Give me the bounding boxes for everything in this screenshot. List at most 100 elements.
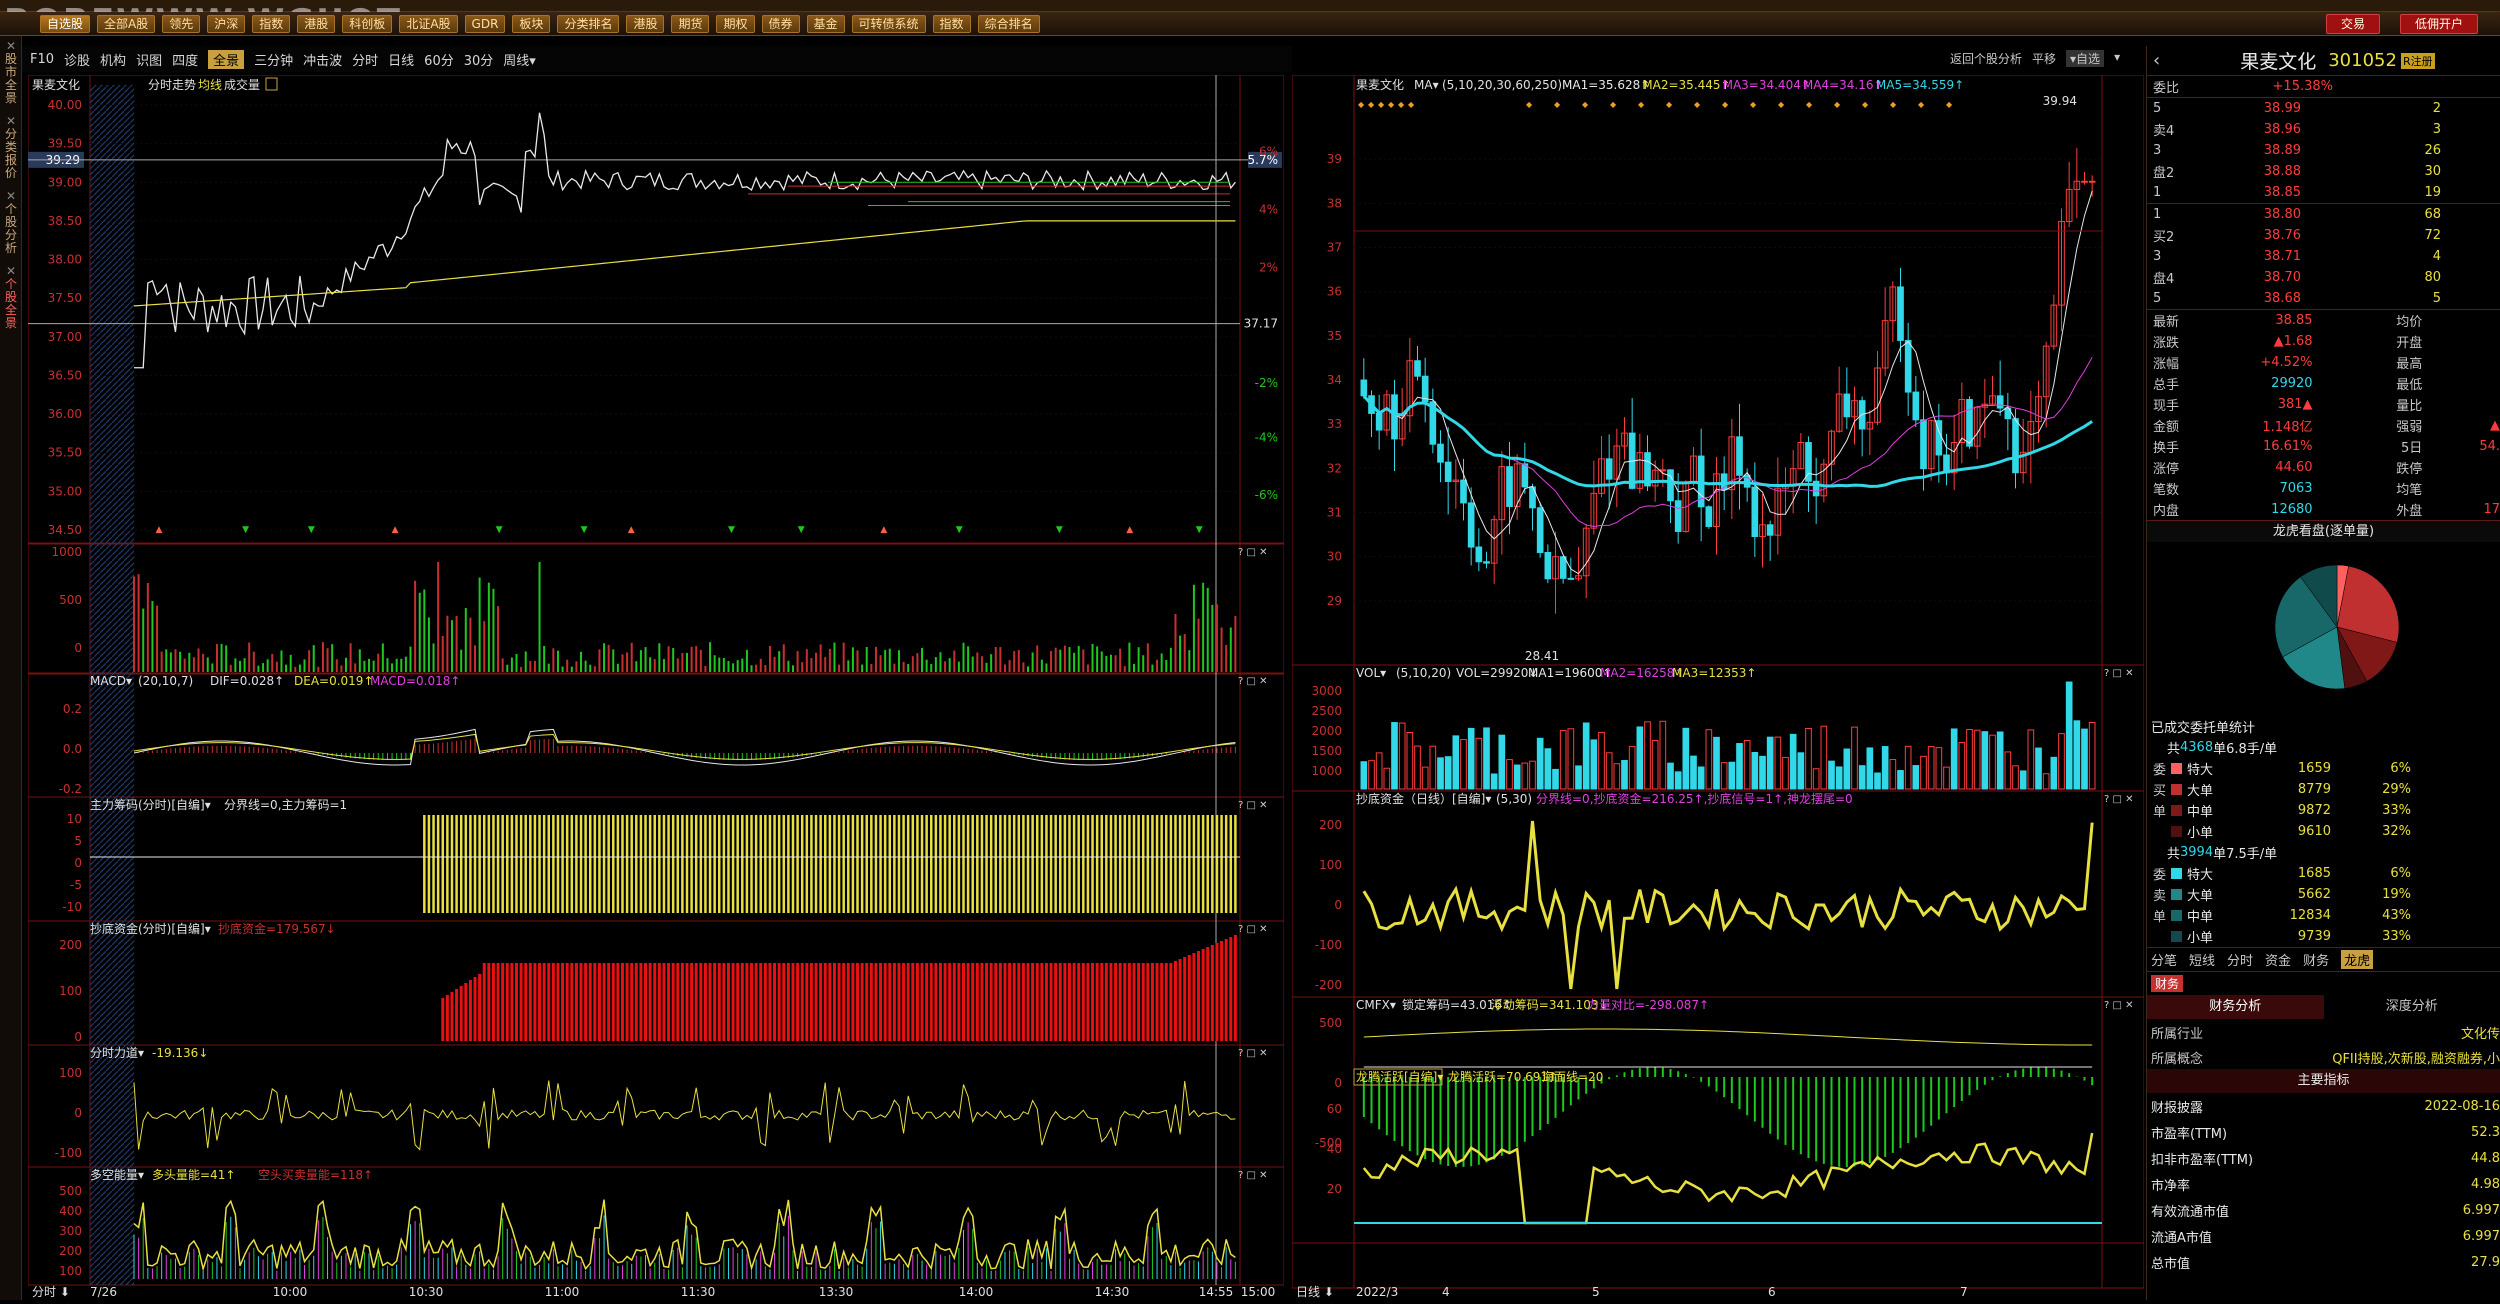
daily-marker: ◆ bbox=[1722, 100, 1729, 109]
toolbar-item[interactable]: 30分 bbox=[464, 50, 494, 69]
menu-item[interactable]: 自选股 bbox=[40, 15, 90, 33]
ask-row: 卖438.963 bbox=[2147, 119, 2500, 140]
daily-chart[interactable]: 果麦文化MA▾(5,10,20,30,60,250)MA1=35.628↑MA2… bbox=[1292, 75, 2144, 1300]
toolbar-item[interactable]: 周线▾ bbox=[503, 50, 536, 69]
daily-price-tick: 32 bbox=[1327, 461, 1342, 475]
panel-tab[interactable]: 财务 bbox=[2303, 950, 2329, 969]
menu-item[interactable]: 期权 bbox=[716, 15, 754, 33]
toolbar-right-item[interactable]: ▾ bbox=[2114, 50, 2120, 67]
dvol-bar bbox=[1583, 723, 1589, 789]
dk-tick: 100 bbox=[59, 1264, 82, 1278]
daily-marker: ◆ bbox=[1946, 100, 1953, 109]
order-side: 委 bbox=[2153, 864, 2171, 883]
intraday-chart[interactable]: 果麦文化分时走势均线成交量40.0039.5039.0038.5038.0037… bbox=[28, 75, 1284, 1300]
ma-params: (5,10,20,30,60,250) bbox=[1442, 78, 1562, 92]
panel-tab[interactable]: 龙虎 bbox=[2341, 950, 2373, 969]
stat-value: 7063 bbox=[2223, 481, 2313, 496]
tab-deep-analysis[interactable]: 深度分析 bbox=[2324, 995, 2500, 1019]
order-swatch bbox=[2171, 826, 2182, 837]
menu-item[interactable]: 指数 bbox=[252, 15, 290, 33]
menu-item[interactable]: 港股 bbox=[297, 15, 335, 33]
order-vol: 5662 bbox=[2247, 887, 2331, 902]
menu-item[interactable]: 领先 bbox=[162, 15, 200, 33]
dvol-val: VOL=29920↓ bbox=[1456, 666, 1538, 680]
sidebar-tab-3[interactable]: ✕个股全景 bbox=[1, 265, 21, 330]
zl-tick: 5 bbox=[74, 834, 82, 848]
panel-tab[interactable]: 短线 bbox=[2189, 950, 2215, 969]
cmfx-val: 力量对比=-298.087↑ bbox=[1587, 998, 1709, 1012]
left-subtitle: 分时走势 bbox=[148, 78, 196, 92]
toolbar-right-item[interactable]: ▾自选 bbox=[2066, 50, 2104, 67]
trade-button[interactable]: 交易 bbox=[2326, 14, 2380, 34]
dvol-bar bbox=[1445, 757, 1451, 789]
order-side: 卖 bbox=[2153, 885, 2171, 904]
menu-item[interactable]: 期货 bbox=[671, 15, 709, 33]
toolbar-item[interactable]: 三分钟 bbox=[254, 50, 293, 69]
ask-level: 盘2 bbox=[2153, 162, 2191, 181]
bid-volume: 72 bbox=[2301, 228, 2441, 243]
sidebar-tab-0[interactable]: ✕股市全景 bbox=[1, 40, 21, 105]
toolbar-item[interactable]: 全景 bbox=[208, 50, 244, 69]
bid-book: 138.8068买238.7672338.714盘438.7080538.685 bbox=[2147, 203, 2500, 309]
dvol-bar bbox=[1399, 723, 1405, 789]
ask-level: 5 bbox=[2153, 101, 2191, 116]
toolbar-item[interactable]: 60分 bbox=[424, 50, 454, 69]
toolbar-item[interactable]: F10 bbox=[30, 52, 54, 67]
dvol-bar bbox=[1875, 773, 1881, 789]
daily-marker: ◆ bbox=[1408, 100, 1415, 109]
dvol-val: MA3=12353↑ bbox=[1672, 666, 1756, 680]
menu-item[interactable]: 基金 bbox=[807, 15, 845, 33]
toolbar-right-item[interactable]: 返回个股分析 bbox=[1950, 50, 2022, 67]
fin-row: 流通A市值6.997 bbox=[2147, 1223, 2500, 1249]
dvol-bar bbox=[1629, 746, 1635, 789]
date-prefix: 日线 ⬇ bbox=[1296, 1285, 1334, 1299]
back-icon[interactable]: ‹ bbox=[2153, 50, 2160, 71]
dvol-bar bbox=[1415, 746, 1421, 789]
menu-item[interactable]: 债券 bbox=[762, 15, 800, 33]
menu-item[interactable]: 科创板 bbox=[342, 15, 392, 33]
signal-marker: ▼ bbox=[308, 525, 315, 535]
cmfx-label: CMFX▾ bbox=[1356, 998, 1396, 1012]
panel-tab[interactable]: 资金 bbox=[2265, 950, 2291, 969]
toolbar-right-item[interactable]: 平移 bbox=[2032, 50, 2056, 67]
menu-item[interactable]: GDR bbox=[465, 15, 506, 33]
menu-item[interactable]: 板块 bbox=[512, 15, 550, 33]
dvol-bar bbox=[1744, 741, 1750, 789]
sidebar-tab-1[interactable]: ✕分类报价 bbox=[1, 115, 21, 180]
toolbar-item[interactable]: 分时 bbox=[352, 50, 378, 69]
open-account-button[interactable]: 低佣开户 bbox=[2400, 14, 2478, 34]
tab-finance[interactable]: 财务 bbox=[2151, 975, 2183, 992]
toolbar-item[interactable]: 机构 bbox=[100, 50, 126, 69]
toolbar-item[interactable]: 诊股 bbox=[64, 50, 90, 69]
menu-item[interactable]: 分类排名 bbox=[557, 15, 619, 33]
menu-item[interactable]: 全部A股 bbox=[97, 15, 155, 33]
bid-volume: 5 bbox=[2301, 291, 2441, 306]
toolbar-item[interactable]: 冲击波 bbox=[303, 50, 342, 69]
menu-item[interactable]: 北证A股 bbox=[399, 15, 457, 33]
menu-item[interactable]: 可转债系统 bbox=[852, 15, 926, 33]
dcd-tick: 100 bbox=[1319, 858, 1342, 872]
daily-marker: ◆ bbox=[1368, 100, 1375, 109]
panel-tab[interactable]: 分时 bbox=[2227, 950, 2253, 969]
menu-item[interactable]: 指数 bbox=[933, 15, 971, 33]
tab-fin-analysis[interactable]: 财务分析 bbox=[2147, 995, 2324, 1019]
signal-marker: ▼ bbox=[1196, 525, 1203, 535]
daily-marker: ◆ bbox=[1890, 100, 1897, 109]
menu-item[interactable]: 港股 bbox=[626, 15, 664, 33]
daily-price-tick: 39 bbox=[1327, 152, 1342, 166]
sidebar-tab-2[interactable]: ✕个股分析 bbox=[1, 190, 21, 255]
toolbar-item[interactable]: 识图 bbox=[136, 50, 162, 69]
date-tick: 6 bbox=[1768, 1285, 1776, 1299]
dk-v1: 多头量能=41↑ bbox=[152, 1168, 235, 1182]
stat-label: 内盘 bbox=[2153, 500, 2223, 519]
macd-tick: 0.0 bbox=[63, 742, 82, 756]
toolbar-item[interactable]: 四度 bbox=[172, 50, 198, 69]
toolbar-item[interactable]: 日线 bbox=[388, 50, 414, 69]
lt-tick: 20 bbox=[1327, 1182, 1342, 1196]
dvol-bar bbox=[2074, 721, 2080, 789]
panel-tab[interactable]: 分笔 bbox=[2151, 950, 2177, 969]
menu-item[interactable]: 沪深 bbox=[207, 15, 245, 33]
stat-value: 1.148亿 bbox=[2223, 416, 2313, 435]
vol-tick: 500 bbox=[59, 593, 82, 607]
menu-item[interactable]: 综合排名 bbox=[978, 15, 1040, 33]
